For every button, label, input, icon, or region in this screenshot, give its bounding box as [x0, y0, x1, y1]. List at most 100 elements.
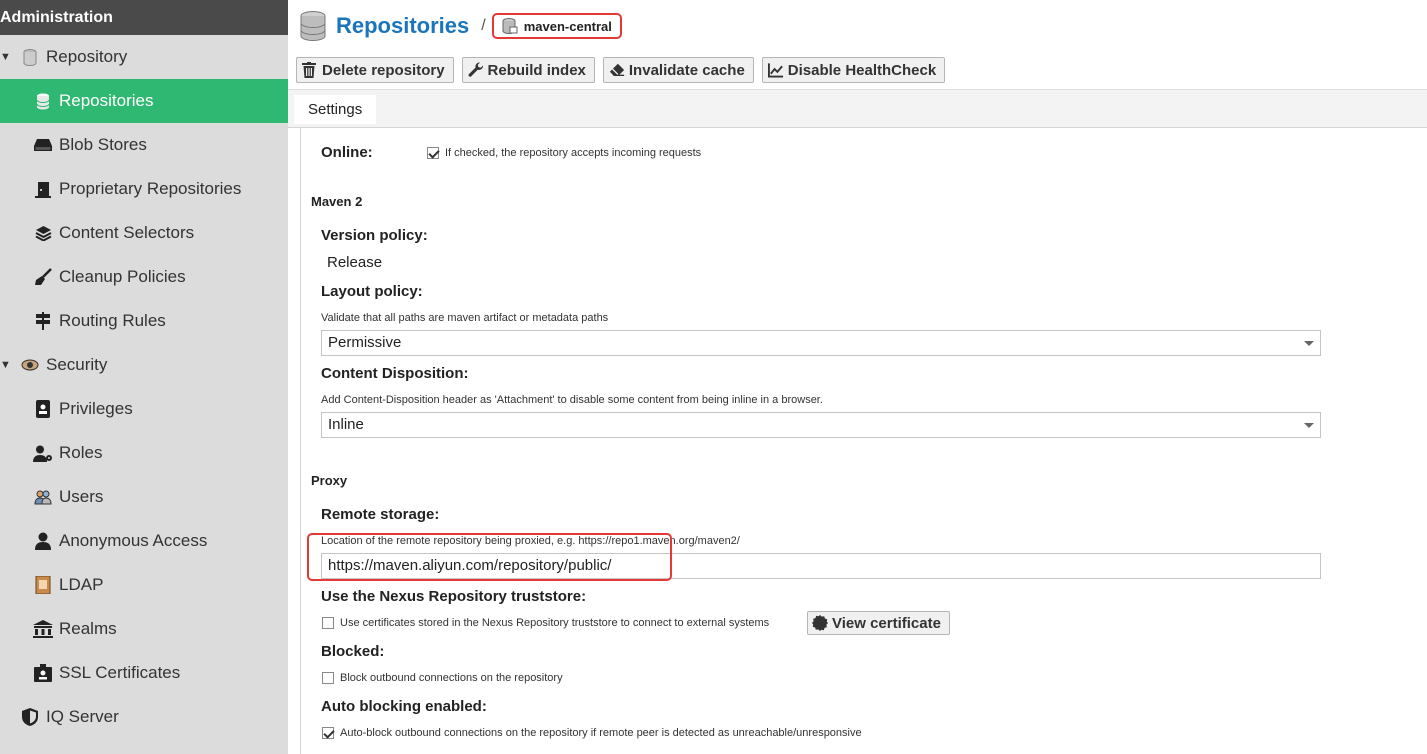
rebuild-index-button[interactable]: Rebuild index — [461, 57, 595, 83]
sidebar-item-label: Cleanup Policies — [59, 267, 186, 286]
sidebar-item-cleanup-policies[interactable]: Cleanup Policies — [0, 255, 288, 299]
sidebar-item-label: SSL Certificates — [59, 663, 181, 682]
sidebar-item-label: Repositories — [59, 91, 154, 110]
user-gear-icon — [33, 443, 53, 463]
truststore-checkbox-row: Use certificates stored in the Nexus Rep… — [322, 617, 769, 629]
caret-down-icon: ▼ — [0, 359, 11, 371]
online-checkbox[interactable] — [427, 147, 439, 159]
sidebar-item-iq-server[interactable]: IQ Server — [0, 695, 288, 739]
proxy-section-title: Proxy — [311, 473, 348, 488]
breadcrumb-current: maven-central — [523, 18, 612, 34]
sidebar-item-label: Roles — [59, 443, 103, 462]
main-content: Repositories / maven-central Delete repo… — [288, 0, 1427, 754]
chevron-down-icon — [1304, 341, 1314, 346]
auto-block-checkbox-row: Auto-block outbound connections on the r… — [322, 727, 862, 739]
sidebar-item-users[interactable]: Users — [0, 475, 288, 519]
online-help: If checked, the repository accepts incom… — [445, 147, 702, 159]
maven-section-title: Maven 2 — [311, 194, 363, 209]
layers-icon — [33, 223, 53, 243]
sidebar-item-label: Content Selectors — [59, 223, 195, 242]
hard-drive-icon — [33, 135, 53, 155]
tab-settings[interactable]: Settings — [294, 95, 377, 124]
sidebar-item-label: Privileges — [59, 399, 133, 418]
sidebar-item-content-selectors[interactable]: Content Selectors — [0, 211, 288, 255]
sidebar-item-label: Realms — [59, 619, 117, 638]
layout-policy-help: Validate that all paths are maven artifa… — [321, 312, 609, 324]
page-header: Repositories / maven-central — [300, 10, 622, 42]
id-badge-icon — [33, 399, 53, 419]
chevron-down-icon — [1304, 423, 1314, 428]
user-icon — [33, 531, 53, 551]
sidebar-group-security[interactable]: ▼ Security — [0, 343, 288, 387]
auto-block-help: Auto-block outbound connections on the r… — [340, 727, 862, 739]
invalidate-cache-button[interactable]: Invalidate cache — [602, 57, 754, 83]
truststore-checkbox[interactable] — [322, 617, 334, 629]
version-policy-value: Release — [327, 254, 383, 271]
sidebar: Administration ▼ Repository Repositories… — [0, 0, 288, 754]
sidebar-item-proprietary-repositories[interactable]: Proprietary Repositories — [0, 167, 288, 211]
auto-block-label: Auto blocking enabled: — [321, 698, 487, 715]
broom-icon — [33, 267, 53, 287]
truststore-label: Use the Nexus Repository truststore: — [321, 588, 587, 605]
sidebar-item-repositories[interactable]: Repositories — [0, 79, 288, 123]
eye-icon — [20, 355, 40, 375]
certificate-seal-icon — [812, 615, 828, 631]
signpost-icon — [33, 311, 53, 331]
sidebar-item-label: Users — [59, 487, 104, 506]
sidebar-item-label: Anonymous Access — [59, 531, 208, 550]
sidebar-item-label: Repository — [46, 47, 128, 66]
highlight-annotation — [307, 533, 672, 581]
sidebar-item-ldap[interactable]: LDAP — [0, 563, 288, 607]
version-policy-label: Version policy: — [321, 227, 428, 244]
building-icon — [33, 619, 53, 639]
sidebar-group-repository[interactable]: ▼ Repository — [0, 35, 288, 79]
settings-form: Online: If checked, the repository accep… — [300, 128, 1427, 754]
blocked-checkbox[interactable] — [322, 672, 334, 684]
sidebar-item-label: Security — [46, 355, 108, 374]
sidebar-item-label: Blob Stores — [59, 135, 147, 154]
truststore-help: Use certificates stored in the Nexus Rep… — [340, 617, 770, 629]
delete-repository-button[interactable]: Delete repository — [296, 57, 454, 83]
layout-policy-label: Layout policy: — [321, 283, 423, 300]
disable-healthcheck-button[interactable]: Disable HealthCheck — [761, 57, 946, 83]
content-disposition-help: Add Content-Disposition header as 'Attac… — [321, 394, 823, 406]
database-icon — [33, 91, 53, 111]
database-icon — [502, 18, 518, 35]
wrench-icon — [468, 62, 484, 78]
breadcrumb: maven-central — [491, 13, 622, 39]
sidebar-item-anonymous-access[interactable]: Anonymous Access — [0, 519, 288, 563]
layout-policy-select[interactable]: Permissive — [321, 330, 1321, 356]
breadcrumb-separator: / — [481, 17, 486, 34]
sidebar-item-blob-stores[interactable]: Blob Stores — [0, 123, 288, 167]
chart-line-icon — [767, 62, 784, 78]
toolbar: Delete repository Rebuild index Invalida… — [296, 57, 946, 83]
address-book-icon — [33, 575, 53, 595]
sidebar-header: Administration — [0, 0, 288, 35]
online-checkbox-row: If checked, the repository accepts incom… — [427, 147, 701, 159]
sidebar-item-routing-rules[interactable]: Routing Rules — [0, 299, 288, 343]
tab-bar: Settings — [288, 89, 1427, 128]
auto-block-checkbox[interactable] — [322, 727, 334, 739]
sidebar-item-privileges[interactable]: Privileges — [0, 387, 288, 431]
online-label: Online: — [321, 144, 373, 161]
blocked-help: Block outbound connections on the reposi… — [340, 672, 563, 684]
sidebar-item-ssl-certificates[interactable]: SSL Certificates — [0, 651, 288, 695]
trash-icon — [302, 62, 318, 78]
remote-storage-label: Remote storage: — [321, 506, 440, 523]
view-certificate-button[interactable]: View certificate — [807, 611, 950, 635]
database-icon — [300, 11, 326, 42]
id-card-icon — [33, 663, 53, 683]
page-title[interactable]: Repositories — [336, 13, 469, 39]
content-disposition-select[interactable]: Inline — [321, 412, 1321, 438]
sidebar-item-label: Proprietary Repositories — [59, 179, 242, 198]
caret-down-icon: ▼ — [0, 51, 11, 63]
database-icon — [20, 47, 40, 67]
sidebar-item-realms[interactable]: Realms — [0, 607, 288, 651]
content-disposition-label: Content Disposition: — [321, 365, 469, 382]
door-icon — [33, 179, 53, 199]
eraser-icon — [609, 62, 625, 78]
sidebar-item-roles[interactable]: Roles — [0, 431, 288, 475]
shield-icon — [20, 707, 40, 727]
blocked-checkbox-row: Block outbound connections on the reposi… — [322, 672, 563, 684]
sidebar-item-label: IQ Server — [46, 707, 119, 726]
